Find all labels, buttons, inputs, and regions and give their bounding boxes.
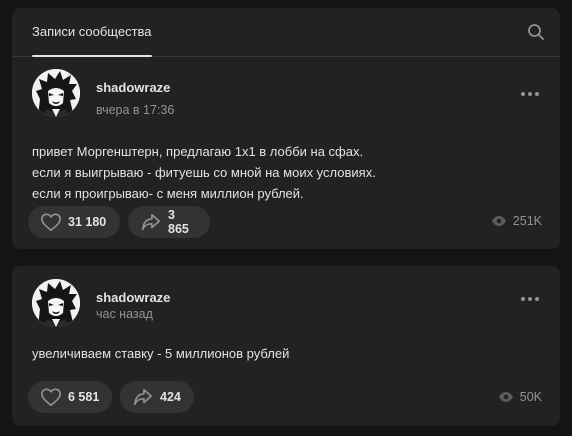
- tab-community-posts[interactable]: Записи сообщества: [24, 8, 160, 57]
- avatar-image: [32, 69, 80, 117]
- avatar[interactable]: [32, 69, 80, 117]
- post-text: увеличиваем ставку - 5 миллионов рублей: [32, 343, 540, 364]
- post-time[interactable]: час назад: [96, 307, 153, 321]
- eye-icon: [498, 392, 513, 402]
- post-time[interactable]: вчера в 17:36: [96, 103, 174, 117]
- wall-card-1: Записи сообщества shadowraze вчера в 17:…: [12, 8, 560, 249]
- post-text-line: увеличиваем ставку - 5 миллионов рублей: [32, 346, 290, 361]
- eye-icon: [491, 216, 506, 226]
- more-options-icon[interactable]: [520, 87, 540, 99]
- post-author[interactable]: shadowraze: [96, 290, 170, 305]
- like-count: 6 581: [68, 390, 100, 404]
- post-author[interactable]: shadowraze: [96, 80, 170, 95]
- views-counter: 251K: [491, 214, 542, 228]
- like-button[interactable]: 31 180: [28, 206, 120, 238]
- share-button[interactable]: 424: [120, 381, 194, 413]
- post-text: привет Моргенштерн, предлагаю 1х1 в лобб…: [32, 141, 540, 204]
- share-arrow-icon: [134, 388, 152, 406]
- views-count: 251K: [512, 214, 542, 228]
- post-text-line: привет Моргенштерн, предлагаю 1х1 в лобб…: [32, 144, 364, 159]
- avatar[interactable]: [32, 279, 80, 327]
- like-count: 31 180: [68, 215, 107, 229]
- post-text-line: если я выигрываю - фитуешь со мной на мо…: [32, 165, 376, 180]
- search-icon[interactable]: [526, 22, 546, 42]
- share-count: 424: [160, 390, 181, 404]
- share-arrow-icon: [142, 213, 160, 231]
- post-text-line: если я проигрываю- с меня миллион рублей…: [32, 186, 304, 201]
- heart-icon: [41, 388, 61, 406]
- like-button[interactable]: 6 581: [28, 381, 112, 413]
- heart-icon: [41, 213, 61, 231]
- wall-tabbar: Записи сообщества: [12, 8, 560, 57]
- more-options-icon[interactable]: [520, 292, 540, 304]
- avatar-image: [32, 279, 80, 327]
- views-counter: 50K: [498, 390, 542, 404]
- views-count: 50K: [519, 390, 542, 404]
- wall-card-2: shadowraze час назад увеличиваем ставку …: [12, 266, 560, 426]
- share-button[interactable]: 3 865: [128, 206, 210, 238]
- share-count: 3 865: [168, 208, 189, 236]
